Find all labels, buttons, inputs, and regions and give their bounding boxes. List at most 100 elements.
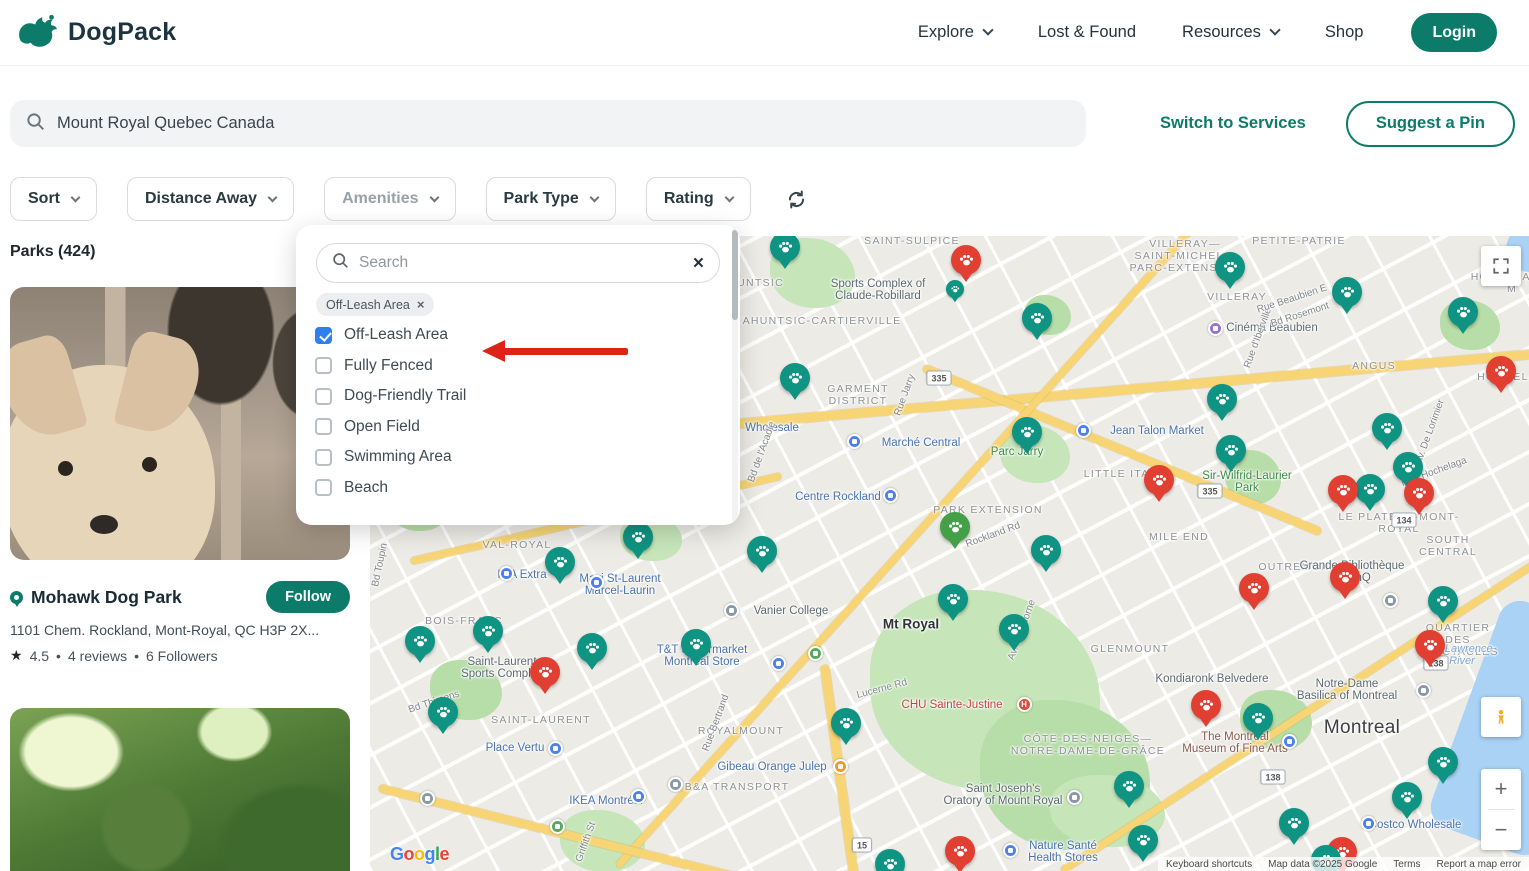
scrollbar[interactable] [732,228,738,522]
amenity-option[interactable]: Swimming Area [296,442,740,473]
map-pin-red[interactable] [1330,562,1360,599]
filter-rating[interactable]: Rating [645,177,751,221]
amenity-options: Off-Leash Area Fully Fenced Dog-Friendly T… [296,320,740,503]
zoom-in-button[interactable]: + [1481,769,1521,809]
map-pin-teal[interactable] [938,584,968,621]
amenities-dropdown: × Off-Leash Area × Off-Leash Area Fully F… [296,225,740,525]
map-pin-teal[interactable] [747,536,777,573]
map-pin-red[interactable] [1415,630,1445,667]
map-pin-teal[interactable] [946,280,964,303]
map-pin-teal[interactable] [1022,303,1052,340]
map-pin-teal[interactable] [623,522,653,559]
map-pin-teal[interactable] [1216,435,1246,472]
google-logo[interactable]: Google [390,844,450,865]
nav-explore[interactable]: Explore [918,23,994,42]
filter-distance-away[interactable]: Distance Away [127,177,295,221]
map-pin-teal[interactable] [770,236,800,269]
switch-to-services-link[interactable]: Switch to Services [1160,114,1306,133]
map-pin-teal[interactable] [405,626,435,663]
amenity-option[interactable]: Off-Leash Area [296,320,740,351]
park-card[interactable] [10,708,350,871]
filter-sort[interactable]: Sort [10,177,97,221]
amenity-option[interactable]: Beach [296,473,740,504]
map-pin-red[interactable] [1144,465,1174,502]
map-pin-red[interactable] [530,657,560,694]
checkbox[interactable] [315,357,332,375]
map-pin-teal[interactable] [999,614,1029,651]
map-pin-teal[interactable] [1372,413,1402,450]
login-button[interactable]: Login [1411,13,1497,52]
map-pin-teal[interactable] [1428,747,1458,784]
map-pin-teal[interactable] [1428,586,1458,623]
amenity-option[interactable]: Fully Fenced [296,351,740,382]
suggest-a-pin-button[interactable]: Suggest a Pin [1345,100,1515,147]
search-icon [332,252,349,274]
map-pin-red[interactable] [951,245,981,282]
filter-park-type[interactable]: Park Type [485,177,616,221]
checkbox-checked[interactable] [315,326,332,344]
checkbox[interactable] [315,387,332,405]
map-pin-teal[interactable] [1031,535,1061,572]
map-pin-red[interactable] [1404,478,1434,515]
map-pin-teal[interactable] [1114,771,1144,808]
map-pin-teal[interactable] [428,697,458,734]
map-pin-teal[interactable] [780,363,810,400]
filter-amenities[interactable]: Amenities [324,177,456,221]
checkbox[interactable] [315,418,332,436]
keyboard-shortcuts-link[interactable]: Keyboard shortcuts [1166,859,1252,870]
map-pin-red[interactable] [1191,690,1221,727]
nav-resources[interactable]: Resources [1182,23,1281,42]
map-pin-teal[interactable] [1332,277,1362,314]
map-pin-teal[interactable] [1012,417,1042,454]
map-pin-red[interactable] [1328,475,1358,512]
map-pin-teal[interactable] [875,849,905,871]
map-pin-teal[interactable] [1215,252,1245,289]
clear-search-icon[interactable]: × [693,254,704,273]
map-pin-teal[interactable] [545,547,575,584]
dog-photo-placeholder [10,327,215,560]
chevron-down-icon [429,192,439,203]
checkbox[interactable] [315,448,332,466]
fullscreen-button[interactable] [1481,246,1521,286]
map-pin-red[interactable] [945,836,975,871]
search-input[interactable] [57,114,1070,133]
map-data-copyright: Map data ©2025 Google [1268,858,1378,870]
search-bar[interactable] [10,100,1086,147]
pegman-street-view[interactable] [1481,697,1521,737]
dogpack-logo[interactable]: DogPack [14,10,176,55]
map-pin-green[interactable] [940,512,970,549]
park-photo[interactable] [10,708,350,871]
amenity-option[interactable]: Open Field [296,412,740,443]
map-pin-teal[interactable] [831,708,861,745]
dropdown-search[interactable]: × [316,243,720,283]
report-map-error-link[interactable]: Report a map error [1437,859,1521,870]
map-pin-teal[interactable] [577,633,607,670]
zoom-out-button[interactable]: − [1481,810,1521,850]
map-pin-teal[interactable] [473,616,503,653]
refresh-icon[interactable] [781,183,813,215]
amenity-option[interactable]: Dog-Friendly Trail [296,381,740,412]
map-pin-teal[interactable] [1392,782,1422,819]
follow-button[interactable]: Follow [266,581,350,613]
map-pin-teal[interactable] [1207,384,1237,421]
amenity-chip[interactable]: Off-Leash Area × [316,293,435,316]
dog-logo-icon [14,10,60,55]
scrollbar-thumb[interactable] [732,230,738,320]
map-pin-teal[interactable] [1243,703,1273,740]
map-pin-red[interactable] [1486,356,1516,393]
checkbox[interactable] [315,479,332,497]
nav-shop[interactable]: Shop [1325,23,1364,42]
map-pin-teal[interactable] [1128,825,1158,862]
map-pin-teal[interactable] [681,629,711,666]
map-pin-red[interactable] [1239,573,1269,610]
nav-lost-and-found[interactable]: Lost & Found [1038,23,1136,42]
map-pin-teal[interactable] [1355,474,1385,511]
terms-link[interactable]: Terms [1393,859,1420,870]
amenities-search-input[interactable] [359,254,683,272]
reviews-count[interactable]: 4 reviews [68,648,127,664]
map-pin-teal[interactable] [1279,808,1309,845]
map-pin-teal[interactable] [1448,297,1478,334]
zoom-control: + − [1481,769,1521,850]
amenity-option-label: Off-Leash Area [344,326,448,344]
chip-close-icon[interactable]: × [417,297,425,312]
